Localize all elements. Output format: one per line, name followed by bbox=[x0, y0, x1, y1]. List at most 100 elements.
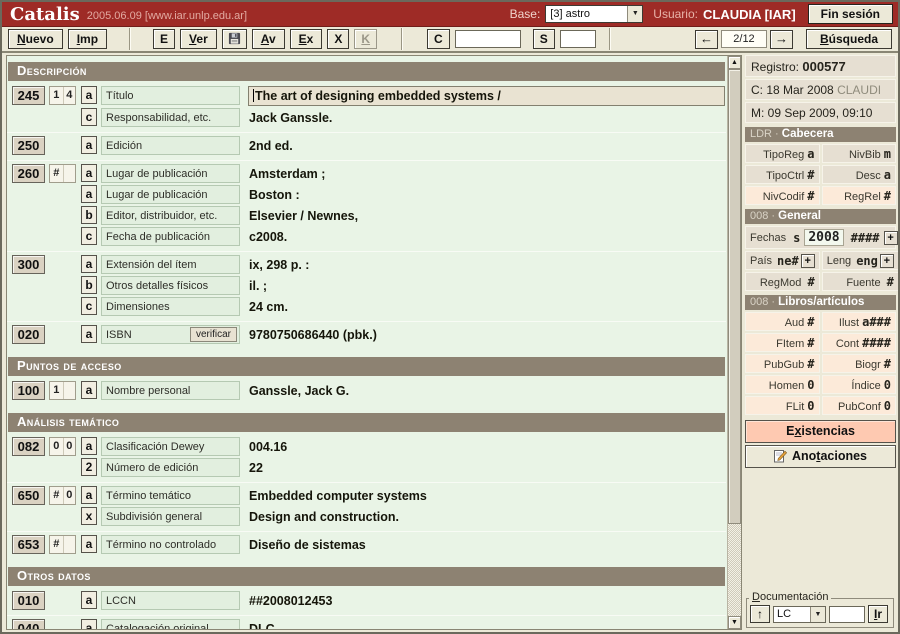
pubgub-cell[interactable]: PubGub# bbox=[745, 354, 820, 373]
indicator-box[interactable]: 14 bbox=[49, 86, 76, 105]
busqueda-button[interactable]: Búsqueda bbox=[806, 29, 892, 49]
scrollbar-down-button[interactable]: ▼ bbox=[728, 616, 741, 629]
subfield-code-button[interactable]: x bbox=[81, 507, 97, 525]
pais-cell[interactable]: País ne# + bbox=[745, 251, 820, 270]
scrollbar-up-button[interactable]: ▲ bbox=[728, 56, 741, 69]
doc-up-button[interactable]: ↑ bbox=[750, 605, 770, 623]
ver-button[interactable]: Ver bbox=[180, 29, 217, 49]
subfield-code-button[interactable]: b bbox=[81, 206, 97, 224]
subfield-code-button[interactable]: c bbox=[81, 297, 97, 315]
regmod-cell[interactable]: RegMod # bbox=[745, 272, 820, 291]
flit-cell[interactable]: FLit0 bbox=[745, 396, 820, 415]
tiporeg-cell[interactable]: TipoRega bbox=[745, 144, 820, 163]
tipoctrl-cell[interactable]: TipoCtrl# bbox=[745, 165, 820, 184]
subfield-code-button[interactable]: c bbox=[81, 227, 97, 245]
subfield-value[interactable]: ix, 298 p. : bbox=[240, 255, 726, 272]
s-input[interactable] bbox=[560, 30, 596, 48]
subfield-value[interactable]: Embedded computer systems bbox=[240, 486, 726, 503]
c-button[interactable]: C bbox=[427, 29, 450, 49]
pubconf-cell[interactable]: PubConf0 bbox=[822, 396, 897, 415]
subfield-value[interactable]: Elsevier / Newnes, bbox=[240, 206, 726, 223]
subfield-value[interactable]: il. ; bbox=[240, 276, 726, 293]
c-input[interactable] bbox=[455, 30, 521, 48]
subfield-code-button[interactable]: a bbox=[81, 325, 97, 343]
nivbib-cell[interactable]: NivBibm bbox=[822, 144, 897, 163]
leng-cell[interactable]: Leng eng + bbox=[822, 251, 898, 270]
nuevo-button[interactable]: Nuevo bbox=[8, 29, 63, 49]
subfield-code-button[interactable]: 2 bbox=[81, 458, 97, 476]
indicator-box[interactable]: # bbox=[49, 535, 76, 554]
dropdown-arrow-icon[interactable]: ▼ bbox=[810, 607, 825, 622]
subfield-value[interactable]: c2008. bbox=[240, 227, 726, 244]
subfield-value[interactable]: 9780750686440 (pbk.) bbox=[240, 325, 726, 342]
doc-input[interactable] bbox=[829, 606, 865, 623]
tag-button-653[interactable]: 653 bbox=[12, 535, 45, 554]
subfield-value[interactable]: Design and construction. bbox=[240, 507, 726, 524]
subfield-code-button[interactable]: a bbox=[81, 437, 97, 455]
biogr-cell[interactable]: Biogr# bbox=[822, 354, 897, 373]
subfield-code-button[interactable]: a bbox=[81, 255, 97, 273]
verificar-button[interactable]: verificar bbox=[190, 327, 237, 342]
subfield-value[interactable]: 24 cm. bbox=[240, 297, 726, 314]
vertical-scrollbar[interactable]: ▲ ▼ bbox=[727, 56, 741, 629]
índice-cell[interactable]: Índice0 bbox=[822, 375, 897, 394]
tag-button-040[interactable]: 040 bbox=[12, 619, 45, 630]
subfield-value[interactable]: 22 bbox=[240, 458, 726, 475]
tag-button-300[interactable]: 300 bbox=[12, 255, 45, 274]
doc-go-button[interactable]: Ir bbox=[868, 605, 888, 623]
subfield-code-button[interactable]: a bbox=[81, 185, 97, 203]
existencias-button[interactable]: Existencias bbox=[745, 420, 896, 443]
fechas-year-field[interactable]: 2008 bbox=[804, 229, 843, 246]
subfield-value[interactable]: Amsterdam ; bbox=[240, 164, 726, 181]
aud-cell[interactable]: Aud# bbox=[745, 312, 820, 331]
av-button[interactable]: Av bbox=[252, 29, 285, 49]
leng-plus-button[interactable]: + bbox=[880, 254, 894, 268]
scrollbar-thumb[interactable] bbox=[728, 69, 741, 524]
indicator-box[interactable]: 00 bbox=[49, 437, 76, 456]
tag-button-650[interactable]: 650 bbox=[12, 486, 45, 505]
fechas-plus-button[interactable]: + bbox=[884, 231, 898, 245]
fechas-type-value[interactable]: s bbox=[793, 231, 800, 245]
subfield-value[interactable]: Diseño de sistemas bbox=[240, 535, 726, 552]
next-record-button[interactable]: → bbox=[770, 30, 793, 49]
pais-plus-button[interactable]: + bbox=[801, 254, 815, 268]
nivcodif-cell[interactable]: NivCodif# bbox=[745, 186, 820, 205]
subfield-value[interactable]: Boston : bbox=[240, 185, 726, 202]
subfield-code-button[interactable]: a bbox=[81, 86, 97, 104]
tag-button-245[interactable]: 245 bbox=[12, 86, 45, 105]
subfield-code-button[interactable]: a bbox=[81, 619, 97, 630]
fechas-year2-value[interactable]: #### bbox=[851, 231, 880, 245]
homen-cell[interactable]: Homen0 bbox=[745, 375, 820, 394]
fitem-cell[interactable]: FItem# bbox=[745, 333, 820, 352]
subfield-value[interactable]: Jack Ganssle. bbox=[240, 108, 726, 125]
ex-button[interactable]: Ex bbox=[290, 29, 323, 49]
base-select[interactable]: [3] astro ▼ bbox=[545, 5, 643, 23]
e-button[interactable]: E bbox=[153, 29, 175, 49]
logout-button[interactable]: Fin sesión bbox=[808, 4, 893, 24]
dropdown-arrow-icon[interactable]: ▼ bbox=[627, 6, 642, 22]
tag-button-100[interactable]: 100 bbox=[12, 381, 45, 400]
subfield-code-button[interactable]: a bbox=[81, 164, 97, 182]
subfield-code-button[interactable]: b bbox=[81, 276, 97, 294]
tag-button-260[interactable]: 260 bbox=[12, 164, 45, 183]
tag-button-020[interactable]: 020 bbox=[12, 325, 45, 344]
subfield-code-button[interactable]: a bbox=[81, 535, 97, 553]
previous-record-button[interactable]: ← bbox=[695, 30, 718, 49]
subfield-value[interactable]: DLC bbox=[240, 619, 726, 630]
subfield-code-button[interactable]: a bbox=[81, 381, 97, 399]
fuente-cell[interactable]: Fuente # bbox=[822, 272, 898, 291]
indicator-box[interactable]: #0 bbox=[49, 486, 76, 505]
subfield-value[interactable]: Ganssle, Jack G. bbox=[240, 381, 726, 398]
s-button[interactable]: S bbox=[533, 29, 555, 49]
indicator-box[interactable]: # bbox=[49, 164, 76, 183]
tag-button-010[interactable]: 010 bbox=[12, 591, 45, 610]
subfield-code-button[interactable]: a bbox=[81, 591, 97, 609]
doc-select[interactable]: LC ▼ bbox=[773, 606, 826, 623]
ilust-cell[interactable]: Ilusta### bbox=[822, 312, 897, 331]
subfield-code-button[interactable]: a bbox=[81, 486, 97, 504]
desc-cell[interactable]: Desca bbox=[822, 165, 897, 184]
subfield-code-button[interactable]: a bbox=[81, 136, 97, 154]
imp-button[interactable]: Imp bbox=[68, 29, 107, 49]
k-button[interactable]: K bbox=[354, 29, 377, 49]
subfield-value[interactable]: 2nd ed. bbox=[240, 136, 726, 153]
